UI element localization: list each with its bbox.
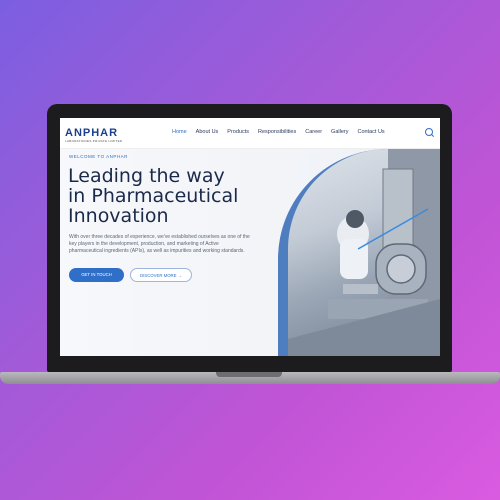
- nav-item-gallery[interactable]: Gallery: [331, 129, 348, 135]
- discover-more-button[interactable]: DISCOVER MORE →: [130, 268, 192, 282]
- navbar: ANPHAR LABORATORIES PRIVATE LIMITED Home…: [60, 118, 440, 149]
- hero-headline: Leading the way in Pharmaceutical Innova…: [68, 166, 278, 226]
- headline-line-1: Leading the way: [68, 165, 225, 187]
- logo[interactable]: ANPHAR: [65, 127, 118, 139]
- nav-item-career[interactable]: Career: [305, 129, 322, 135]
- nav-item-contact-us[interactable]: Contact Us: [357, 129, 384, 135]
- get-in-touch-button[interactable]: GET IN TOUCH: [69, 268, 124, 282]
- hero-eyebrow: WELCOME TO ANPHAR: [69, 154, 128, 159]
- logo-subtitle: LABORATORIES PRIVATE LIMITED: [65, 139, 123, 143]
- hero-description: With over three decades of experience, w…: [69, 234, 250, 254]
- main-menu: Home About Us Products Responsibilities …: [172, 129, 394, 135]
- nav-item-products[interactable]: Products: [227, 129, 249, 135]
- website-screen: ANPHAR LABORATORIES PRIVATE LIMITED Home…: [60, 118, 440, 356]
- search-icon[interactable]: [425, 128, 433, 136]
- headline-line-3: Innovation: [68, 205, 169, 227]
- nav-item-about-us[interactable]: About Us: [196, 129, 219, 135]
- headline-line-2: in Pharmaceutical: [68, 185, 239, 207]
- nav-item-home[interactable]: Home: [172, 129, 187, 135]
- nav-item-responsibilities[interactable]: Responsibilities: [258, 129, 296, 135]
- laptop-notch: [216, 372, 282, 377]
